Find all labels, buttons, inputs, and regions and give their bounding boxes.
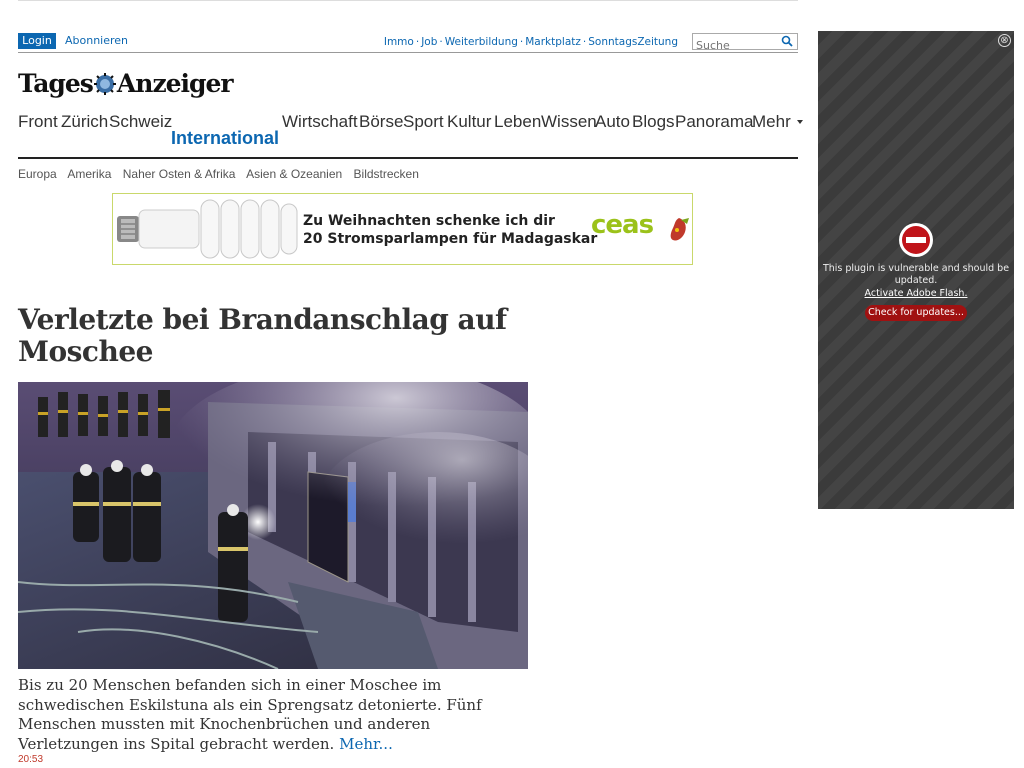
article-photo[interactable]	[18, 382, 528, 669]
logo-text-right: Anzeiger	[116, 69, 234, 98]
sub-nav: Europa Amerika Naher Osten & Afrika Asie…	[18, 167, 427, 181]
subnav-amerika[interactable]: Amerika	[67, 167, 111, 181]
subnav-asien[interactable]: Asien & Ozeanien	[246, 167, 342, 181]
nav-mehr[interactable]: Mehr	[752, 112, 803, 132]
util-link-immo[interactable]: Immo	[384, 36, 414, 48]
banner-ad[interactable]: Zu Weihnachten schenke ich dir 20 Stroms…	[112, 193, 693, 265]
search-icon[interactable]	[781, 35, 793, 47]
nav-kultur[interactable]: Kultur	[447, 112, 491, 132]
subnav-naher-osten[interactable]: Naher Osten & Afrika	[123, 167, 236, 181]
util-links: Immo · Job · Weiterbildung · Marktplatz · Sonnta…	[384, 36, 678, 48]
util-link-marktplatz[interactable]: Marktplatz	[525, 36, 581, 48]
site-logo[interactable]: Tages Anzeiger	[18, 66, 234, 102]
nav-panorama[interactable]: Panorama	[675, 112, 753, 132]
banner-line-2: 20 Stromsparlampen für Madagaskar	[303, 231, 598, 247]
util-link-job[interactable]: Job	[421, 36, 437, 48]
nav-mehr-label: Mehr	[752, 112, 791, 131]
activate-flash-link[interactable]: Activate Adobe Flash.	[818, 288, 1014, 299]
nav-front[interactable]: Front	[18, 112, 58, 132]
search-box	[692, 33, 798, 53]
nav-leben[interactable]: Leben	[494, 112, 541, 132]
nav-wissen[interactable]: Wissen	[541, 112, 597, 132]
fire-scene-image	[18, 382, 528, 669]
chevron-down-icon	[796, 120, 803, 124]
nav-boerse[interactable]: Börse	[359, 112, 403, 132]
main-nav: Front Zürich Schweiz International Wirts…	[18, 112, 803, 156]
more-link[interactable]: Mehr...	[339, 735, 393, 753]
article-time: 20:53	[18, 754, 44, 765]
check-updates-button[interactable]: Check for updates...	[865, 305, 967, 321]
utility-bar: Login Abonnieren Immo · Job · Weiterbildung ·…	[18, 33, 798, 53]
nav-schweiz[interactable]: Schweiz	[109, 112, 172, 132]
logo-text-left: Tages	[18, 69, 94, 98]
subscribe-link[interactable]: Abonnieren	[65, 34, 128, 47]
close-icon[interactable]: ⊗	[998, 34, 1011, 47]
util-link-weiterbildung[interactable]: Weiterbildung	[445, 36, 518, 48]
nav-auto[interactable]: Auto	[595, 112, 630, 132]
nav-blogs[interactable]: Blogs	[632, 112, 675, 132]
nav-divider	[18, 157, 798, 159]
light-bulb-icon	[117, 199, 298, 259]
plugin-message: This plugin is vulnerable and should be …	[822, 263, 1010, 286]
article-lead-text: Bis zu 20 Menschen befanden sich in eine…	[18, 676, 482, 753]
util-link-sonntagszeitung[interactable]: SonntagsZeitung	[588, 36, 678, 48]
madagascar-icon	[670, 218, 689, 241]
search-input[interactable]	[693, 38, 779, 53]
article-headline[interactable]: Verletzte bei Brandanschlag auf Moschee	[18, 304, 538, 368]
nav-international[interactable]: International	[171, 128, 279, 149]
blocked-icon	[899, 223, 933, 257]
nav-sport[interactable]: Sport	[403, 112, 444, 132]
top-divider	[18, 0, 798, 1]
banner-line-1: Zu Weihnachten schenke ich dir	[303, 213, 555, 229]
logo-wordmark: Tages Anzeiger	[18, 66, 234, 102]
nav-wirtschaft[interactable]: Wirtschaft	[282, 112, 358, 132]
blocked-plugin-panel: ⊗ This plugin is vulnerable and should b…	[818, 31, 1014, 509]
logo-gear-icon	[93, 73, 116, 95]
login-button[interactable]: Login	[18, 33, 56, 49]
banner-brand: ceas	[591, 210, 654, 240]
utility-divider	[18, 52, 798, 53]
subnav-bildstrecken[interactable]: Bildstrecken	[354, 167, 419, 181]
article-lead: Bis zu 20 Menschen befanden sich in eine…	[18, 676, 533, 754]
util-separator: ·	[439, 36, 443, 48]
nav-zuerich[interactable]: Zürich	[61, 112, 108, 132]
subnav-europa[interactable]: Europa	[18, 167, 57, 181]
